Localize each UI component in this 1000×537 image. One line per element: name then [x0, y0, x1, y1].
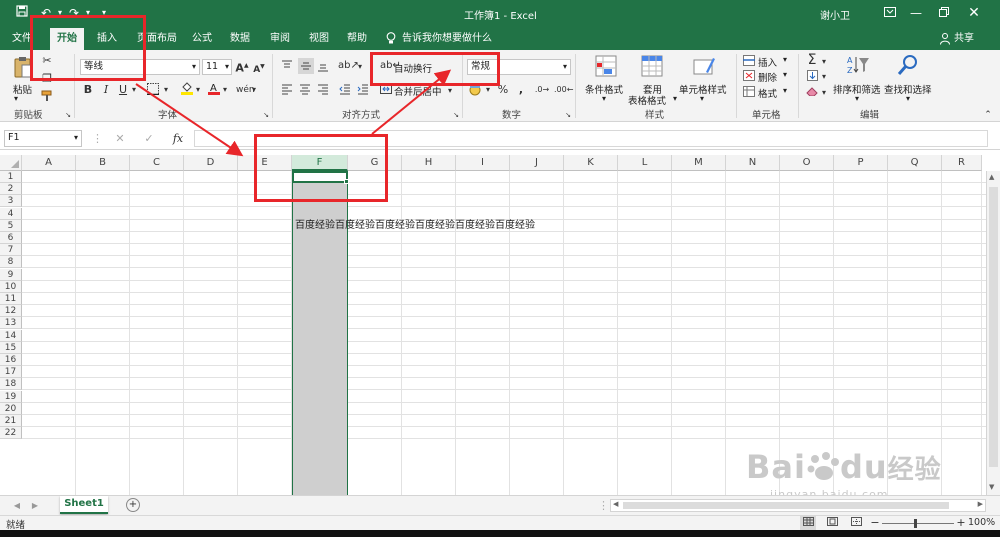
highlight-wrap-text: [370, 52, 500, 86]
zoom-level[interactable]: 100%: [968, 517, 995, 528]
page-break-view-icon[interactable]: [848, 516, 864, 530]
highlight-home-tab: [30, 15, 146, 81]
scroll-right-icon[interactable]: ▶: [978, 500, 983, 508]
watermark-cn: 经验: [887, 455, 942, 485]
zoom-in-icon[interactable]: +: [956, 516, 966, 530]
watermark-brand: Bai: [746, 448, 806, 486]
sheet-tab-sheet1[interactable]: Sheet1: [60, 496, 108, 514]
arrow-to-column: [135, 83, 244, 157]
taskbar-strip: [0, 530, 1000, 537]
zoom-slider-thumb[interactable]: [914, 519, 917, 528]
paw-icon: [806, 452, 840, 482]
status-ready: 就绪: [6, 520, 26, 531]
zoom-out-icon[interactable]: −: [870, 516, 880, 530]
normal-view-icon[interactable]: [800, 516, 816, 530]
zoom-slider[interactable]: [882, 523, 954, 524]
prev-sheet-icon[interactable]: ◀: [12, 499, 22, 513]
scroll-left-icon[interactable]: ◀: [613, 500, 618, 508]
excel-window: ↶ ▾ ↷ ▾ ▾ 工作簿1 - Excel 谢小卫 — ✕ 文件 开始 插入 …: [0, 0, 1000, 537]
watermark-suffix: du: [839, 448, 888, 486]
horizontal-scroll-thumb[interactable]: [623, 502, 949, 509]
sheet-tab-bar: ◀ ▶ Sheet1 + ⋮ ◀ ▶: [0, 495, 1000, 515]
highlight-column-f: [254, 134, 388, 202]
new-sheet-icon[interactable]: +: [126, 498, 140, 512]
watermark-logo: Bai du经验: [746, 448, 942, 486]
horizontal-scrollbar[interactable]: ◀ ▶: [610, 499, 986, 512]
tab-split-grip-icon[interactable]: ⋮: [598, 499, 609, 513]
next-sheet-icon[interactable]: ▶: [30, 499, 40, 513]
page-layout-view-icon[interactable]: [824, 516, 840, 530]
status-bar: 就绪 − + 100%: [0, 515, 1000, 531]
